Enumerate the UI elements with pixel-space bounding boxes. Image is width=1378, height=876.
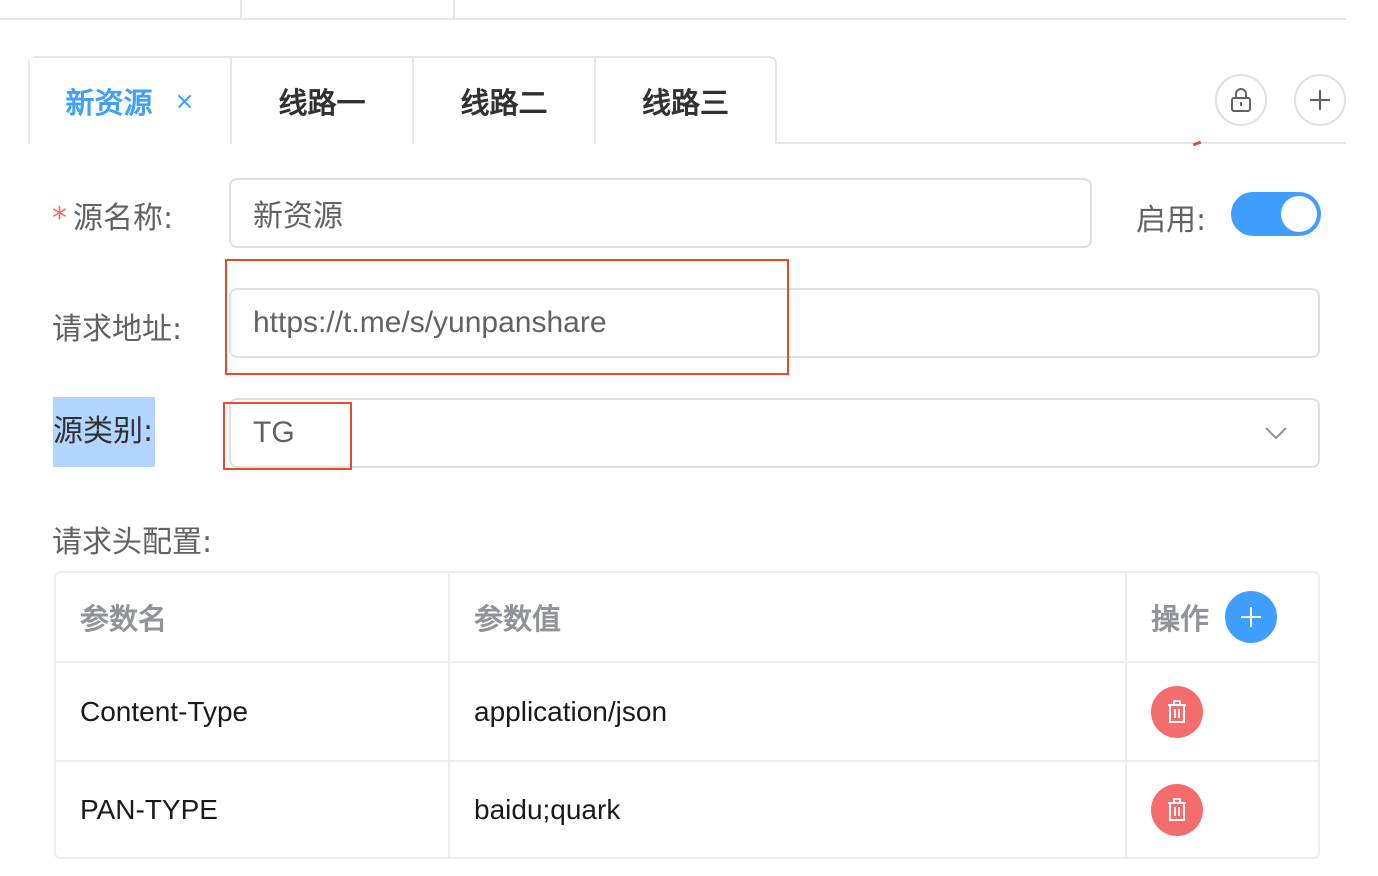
plus-icon — [1241, 607, 1262, 627]
headers-table: 参数名 参数值 操作 Content-Type application/json — [54, 571, 1320, 859]
add-tab-button[interactable] — [1294, 74, 1346, 126]
request-url-label: 请求地址: — [52, 312, 183, 347]
add-header-button[interactable] — [1225, 591, 1278, 643]
tab-label: 线路一 — [278, 86, 366, 120]
source-tabs: 新资源 × 线路一 线路二 线路三 — [28, 56, 777, 146]
enable-toggle[interactable] — [1231, 192, 1321, 236]
tab-route-2[interactable]: 线路二 — [412, 58, 594, 144]
tab-route-1[interactable]: 线路一 — [230, 58, 412, 144]
label-text: 源名称: — [73, 201, 174, 236]
source-type-label: 源类别: — [53, 397, 156, 467]
lock-button[interactable] — [1215, 74, 1267, 126]
column-header-actions: 操作 — [1127, 573, 1318, 661]
header-label: 操作 — [1151, 602, 1210, 636]
trash-icon — [1168, 699, 1186, 723]
close-icon[interactable]: × — [174, 87, 194, 115]
header-name-cell[interactable]: Content-Type — [56, 663, 450, 760]
actions-cell — [1127, 663, 1318, 760]
source-name-input[interactable]: 新资源 — [229, 178, 1092, 248]
column-header-name: 参数名 — [56, 573, 450, 661]
header-value-cell[interactable]: baidu;quark — [450, 762, 1127, 857]
lock-icon — [1231, 88, 1251, 112]
request-url-input[interactable]: https://t.me/s/yunpanshare — [229, 288, 1320, 358]
header-value-cell[interactable]: application/json — [450, 663, 1127, 760]
toggle-knob — [1281, 196, 1317, 232]
source-type-select[interactable]: TG — [229, 398, 1320, 468]
tab-route-3[interactable]: 线路三 — [594, 58, 775, 144]
trash-icon — [1168, 797, 1186, 821]
tab-label: 新资源 — [65, 86, 153, 120]
chevron-down-icon — [1265, 427, 1287, 440]
page: 新资源 × 线路一 线路二 线路三 * 源名称: 新资源 启用: 请求地址: h… — [0, 0, 1378, 876]
table-header-row: 参数名 参数值 操作 — [56, 573, 1318, 663]
input-value: 新资源 — [253, 199, 343, 234]
headers-config-label: 请求头配置: — [52, 525, 213, 560]
required-mark: * — [52, 201, 67, 236]
plus-icon — [1310, 90, 1330, 110]
divider — [453, 0, 455, 20]
delete-header-button[interactable] — [1151, 685, 1203, 738]
tab-new-source[interactable]: 新资源 × — [30, 58, 230, 146]
source-name-label: * 源名称: — [52, 193, 173, 237]
tab-label: 线路二 — [460, 86, 548, 120]
table-row: Content-Type application/json — [56, 663, 1318, 762]
previous-tab-strip — [0, 0, 1346, 20]
table-row: PAN-TYPE baidu;quark — [56, 762, 1318, 857]
tab-label: 线路三 — [641, 86, 729, 120]
enable-label: 启用: — [1136, 203, 1207, 238]
divider — [240, 0, 242, 20]
header-name-cell[interactable]: PAN-TYPE — [56, 762, 450, 857]
select-value: TG — [253, 416, 295, 449]
delete-header-button[interactable] — [1151, 783, 1203, 836]
column-header-value: 参数值 — [450, 573, 1127, 661]
input-value: https://t.me/s/yunpanshare — [253, 306, 607, 339]
actions-cell — [1127, 762, 1318, 857]
